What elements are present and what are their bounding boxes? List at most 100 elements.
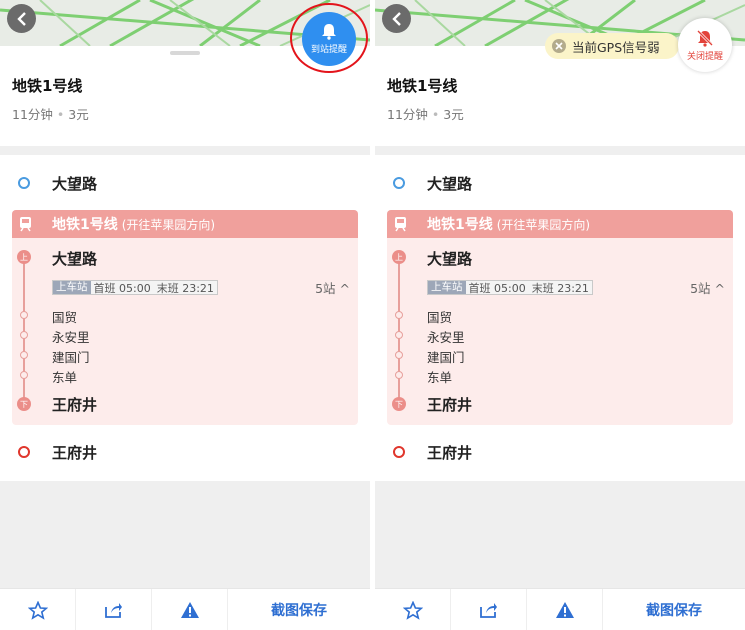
stop-dot (20, 331, 28, 339)
destination-row: 王府井 (375, 437, 745, 467)
intermediate-stop: 建国门 (427, 350, 465, 365)
alight-badge: 下 (17, 397, 31, 411)
save-label: 截图保存 (646, 603, 702, 619)
bottom-toolbar: 截图保存 (0, 588, 370, 630)
bottom-toolbar: 截图保存 (375, 588, 745, 630)
intermediate-stop: 东单 (427, 370, 453, 385)
destination-row: 王府井 (0, 437, 370, 467)
alight-stop: 王府井 (52, 396, 98, 414)
line-name: 地铁1号线 (开往苹果园方向) (52, 217, 216, 233)
route-title: 地铁1号线 (387, 77, 458, 95)
origin-name: 大望路 (52, 174, 98, 193)
stop-dot (395, 371, 403, 379)
board-tag: 上车站 (53, 281, 91, 294)
line-track (23, 255, 25, 403)
line-header: 地铁1号线 (开往苹果园方向) (387, 210, 733, 238)
destination-name: 王府井 (52, 443, 98, 462)
chevron-left-icon (16, 11, 26, 26)
gps-weak-toast[interactable]: 当前GPS信号弱 (545, 33, 679, 59)
chevron-left-icon (391, 11, 401, 26)
intermediate-stop: 国贸 (52, 310, 78, 325)
share-button[interactable] (451, 589, 527, 630)
destination-name: 王府井 (427, 443, 473, 462)
screen-right: 地铁1号线 11分钟 • 3元 当前GPS信号弱 关闭提醒 大望路 地铁1号线 (开往… (375, 0, 745, 630)
origin-marker (18, 177, 30, 189)
screenshot-save-button[interactable]: 截图保存 (228, 589, 370, 630)
line-track (398, 255, 400, 403)
route-detail: 大望路 地铁1号线 (开往苹果园方向) 上 大望路 上车站 首班 05:00 末班 2… (0, 155, 370, 481)
stop-dot (20, 351, 28, 359)
report-button[interactable] (152, 589, 228, 630)
route-meta: 11分钟 • 3元 (387, 107, 464, 122)
stop-dot (20, 371, 28, 379)
line-direction: (开往苹果园方向) (121, 218, 216, 232)
stop-dot (395, 351, 403, 359)
stop-dot (395, 331, 403, 339)
duration: 11分钟 (387, 107, 428, 122)
last-train: 末班 23:21 (531, 281, 589, 295)
route-title: 地铁1号线 (12, 77, 83, 95)
destination-marker (393, 446, 405, 458)
stop-dot (395, 311, 403, 319)
star-icon (27, 600, 48, 620)
intermediate-stop: 永安里 (427, 330, 465, 345)
stop-count-toggle[interactable]: 5站 ^ (690, 278, 725, 297)
board-tag: 上车站 (428, 281, 466, 294)
service-hours: 上车站 首班 05:00 末班 23:21 (52, 280, 218, 295)
service-hours: 上车站 首班 05:00 末班 23:21 (427, 280, 593, 295)
close-icon[interactable] (552, 39, 566, 53)
favorite-button[interactable] (0, 589, 76, 630)
bell-icon (322, 24, 336, 40)
alert-label: 关闭提醒 (686, 51, 723, 62)
line-direction: (开往苹果园方向) (496, 218, 591, 232)
warning-icon (180, 602, 199, 618)
intermediate-stop: 国贸 (427, 310, 453, 325)
route-meta: 11分钟 • 3元 (12, 107, 89, 122)
line-header: 地铁1号线 (开往苹果园方向) (12, 210, 358, 238)
star-icon (402, 600, 423, 620)
line-segment[interactable]: 地铁1号线 (开往苹果园方向) 上 大望路 上车站 首班 05:00 末班 23:21… (387, 210, 733, 425)
board-stop: 大望路 (52, 250, 98, 268)
line-segment[interactable]: 地铁1号线 (开往苹果园方向) 上 大望路 上车站 首班 05:00 末班 23:21… (12, 210, 358, 425)
intermediate-stop: 永安里 (52, 330, 90, 345)
origin-marker (393, 177, 405, 189)
alight-stop: 王府井 (427, 396, 473, 414)
destination-marker (18, 446, 30, 458)
stop-count-toggle[interactable]: 5站 ^ (315, 278, 350, 297)
share-icon (105, 603, 122, 618)
origin-row: 大望路 (375, 168, 745, 198)
warning-icon (555, 602, 574, 618)
intermediate-stop: 东单 (52, 370, 78, 385)
share-icon (480, 603, 497, 618)
favorite-button[interactable] (375, 589, 451, 630)
route-detail: 大望路 地铁1号线 (开往苹果园方向) 上 大望路 上车站 首班 05:00 末班 2… (375, 155, 745, 481)
screenshot-save-button[interactable]: 截图保存 (603, 589, 745, 630)
drag-handle[interactable] (170, 51, 200, 55)
close-alert-button[interactable]: 关闭提醒 (678, 18, 732, 72)
alight-badge: 下 (392, 397, 406, 411)
share-button[interactable] (76, 589, 152, 630)
duration: 11分钟 (12, 107, 53, 122)
price: 3元 (68, 107, 89, 122)
last-train: 末班 23:21 (156, 281, 214, 295)
train-icon (20, 217, 31, 232)
report-button[interactable] (527, 589, 603, 630)
intermediate-stop: 建国门 (52, 350, 90, 365)
board-badge: 上 (392, 250, 406, 264)
origin-row: 大望路 (0, 168, 370, 198)
screen-left: 地铁1号线 11分钟 • 3元 到站提醒 大望路 地铁1号线 (开往苹果园方向) 上 … (0, 0, 370, 630)
arrival-alert-button[interactable]: 到站提醒 (302, 12, 356, 66)
gps-toast-text: 当前GPS信号弱 (572, 39, 660, 55)
bell-off-icon (697, 29, 713, 47)
first-train: 首班 05:00 (93, 281, 151, 295)
board-stop: 大望路 (427, 250, 473, 268)
first-train: 首班 05:00 (468, 281, 526, 295)
stop-dot (20, 311, 28, 319)
alert-label: 到站提醒 (310, 45, 347, 55)
train-icon (395, 217, 406, 232)
back-button[interactable] (382, 4, 411, 33)
origin-name: 大望路 (427, 174, 473, 193)
board-badge: 上 (17, 250, 31, 264)
back-button[interactable] (7, 4, 36, 33)
save-label: 截图保存 (271, 603, 327, 619)
